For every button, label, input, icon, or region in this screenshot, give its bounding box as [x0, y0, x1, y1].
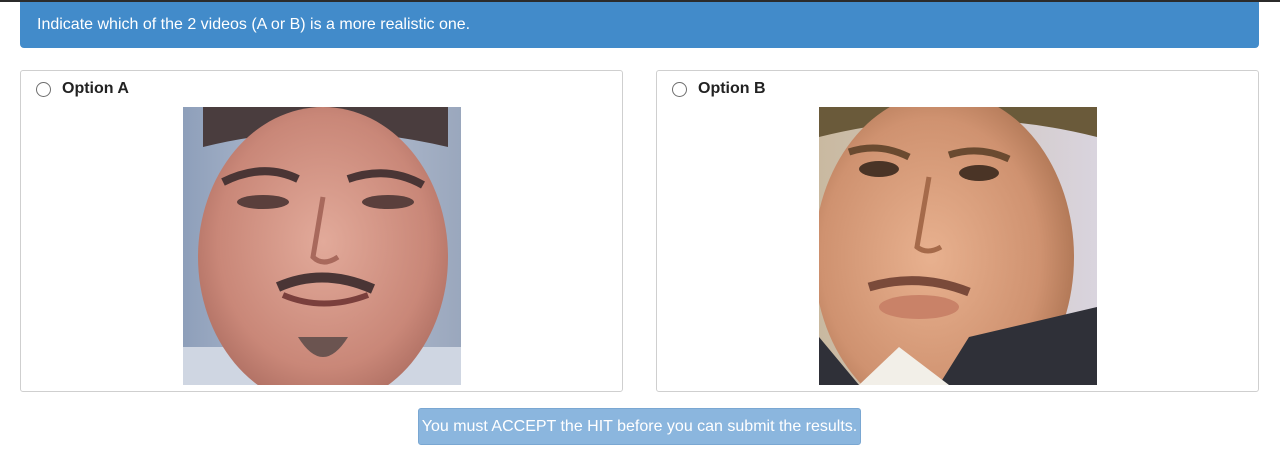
option-a-label: Option A — [62, 80, 129, 97]
option-b-radio[interactable] — [672, 81, 687, 97]
option-b-panel[interactable]: Option B — [656, 70, 1259, 392]
instruction-banner: Indicate which of the 2 videos (A or B) … — [20, 2, 1259, 48]
option-b-video[interactable] — [819, 107, 1097, 385]
option-b-radio-label[interactable]: Option B — [672, 80, 766, 98]
option-a-radio[interactable] — [36, 81, 51, 97]
option-a-panel[interactable]: Option A — [20, 70, 623, 392]
instruction-text: Indicate which of the 2 videos (A or B) … — [37, 16, 471, 33]
option-a-video[interactable] — [183, 107, 461, 385]
submit-button[interactable]: You must ACCEPT the HIT before you can s… — [418, 408, 861, 445]
face-a-image — [183, 107, 461, 385]
option-b-label: Option B — [698, 80, 766, 97]
face-b-image — [819, 107, 1097, 385]
option-a-radio-label[interactable]: Option A — [36, 80, 129, 98]
